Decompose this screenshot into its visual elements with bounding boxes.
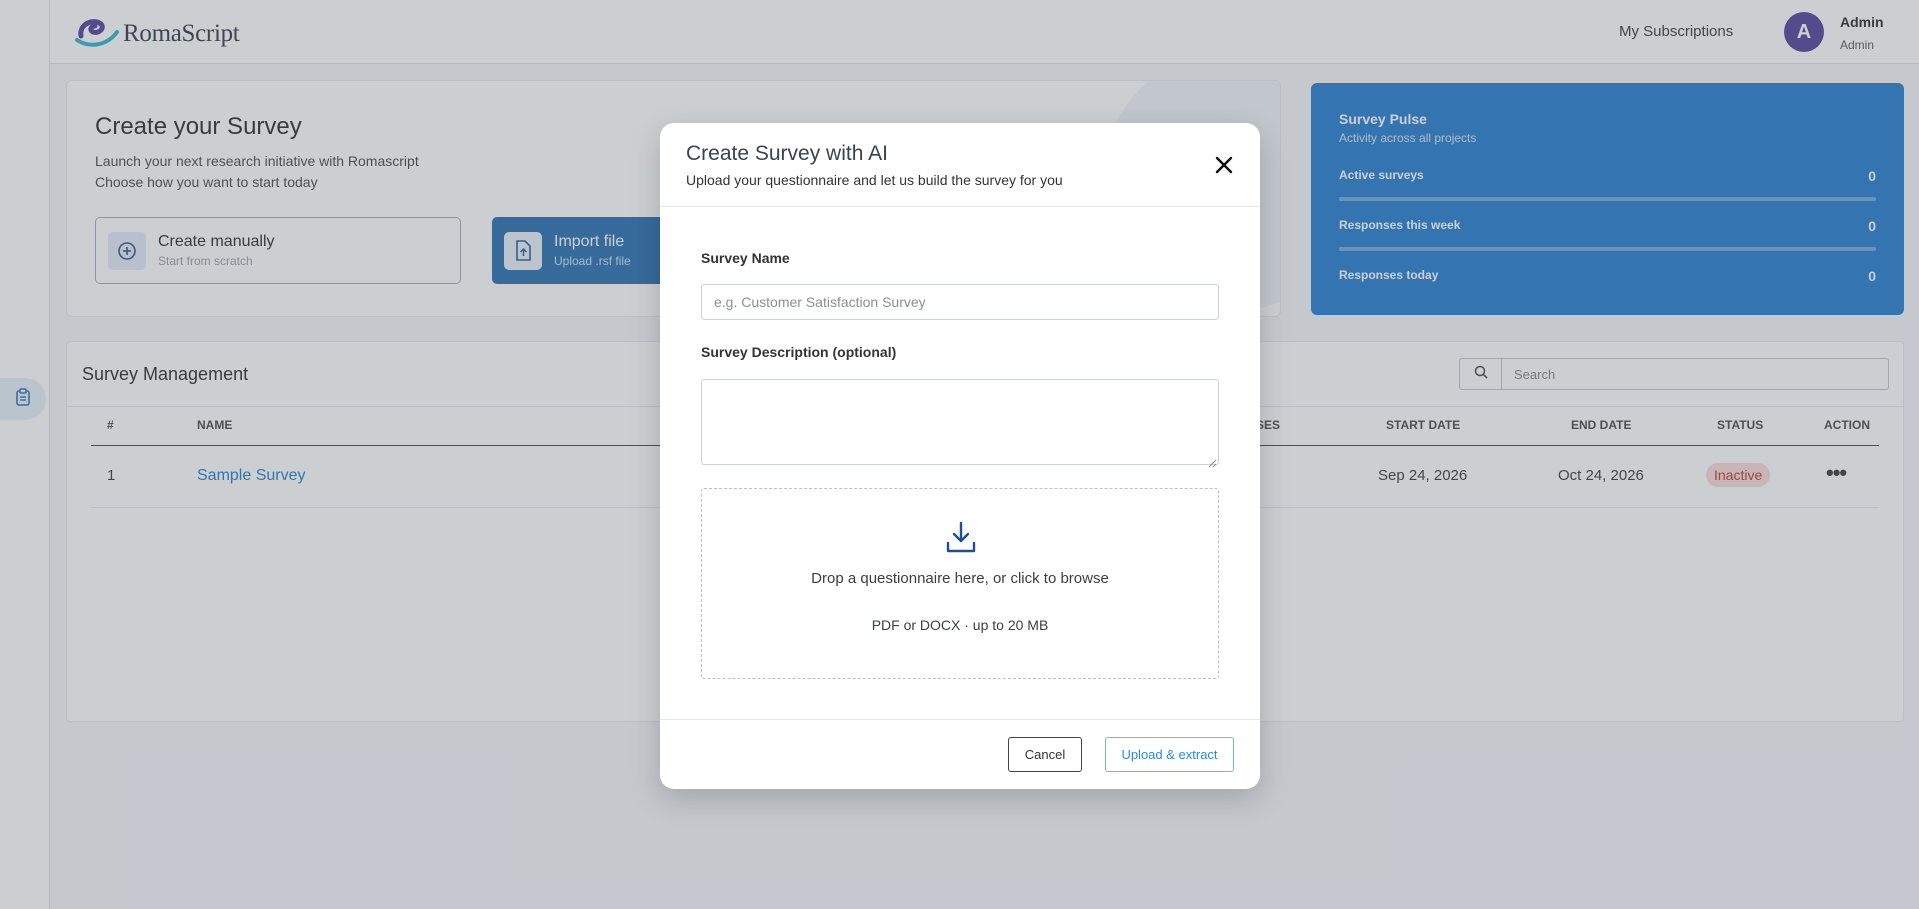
close-icon[interactable] [1212, 153, 1236, 177]
dropzone-hint: PDF or DOCX · up to 20 MB [871, 617, 1049, 633]
modal-header-divider [660, 206, 1260, 207]
survey-name-input[interactable] [701, 284, 1219, 320]
survey-description-input[interactable] [701, 379, 1219, 465]
create-survey-ai-modal: Create Survey with AI Upload your questi… [660, 123, 1260, 789]
upload-extract-button[interactable]: Upload & extract [1105, 737, 1234, 772]
file-dropzone[interactable]: Drop a questionnaire here, or click to b… [701, 488, 1219, 679]
modal-footer-divider [660, 719, 1260, 720]
resize-grip-icon[interactable] [1208, 455, 1217, 468]
dropzone-text: Drop a questionnaire here, or click to b… [811, 570, 1109, 587]
survey-name-label: Survey Name [701, 250, 790, 266]
modal-subtitle: Upload your questionnaire and let us bui… [686, 172, 1063, 188]
cancel-button[interactable]: Cancel [1008, 737, 1082, 772]
survey-description-label: Survey Description (optional) [701, 344, 897, 360]
download-icon [943, 519, 979, 560]
modal-title: Create Survey with AI [686, 142, 888, 165]
